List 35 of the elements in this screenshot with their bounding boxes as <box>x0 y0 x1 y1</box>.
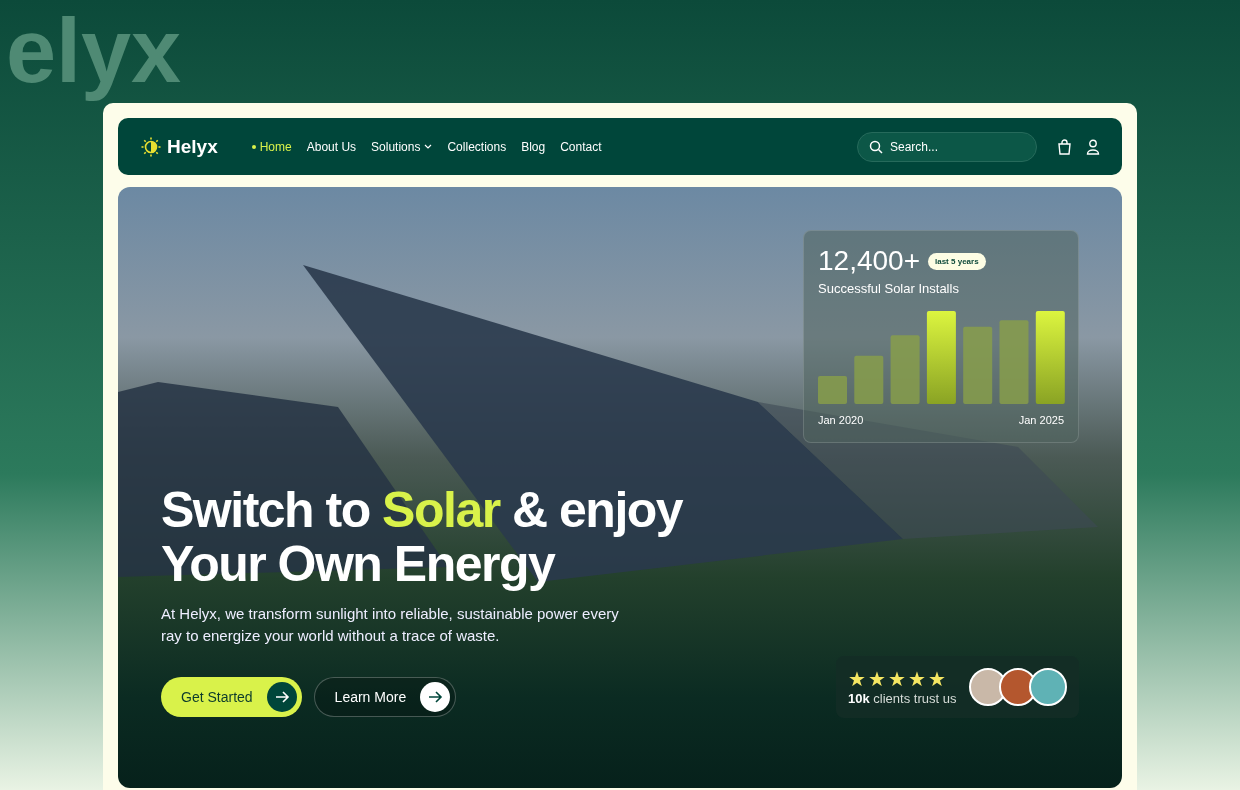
shopping-bag-icon[interactable] <box>1057 138 1072 155</box>
hero-headline: Switch to Solar & enjoy Your Own Energy <box>161 483 683 591</box>
chevron-down-icon <box>424 144 433 149</box>
get-started-button[interactable]: Get Started <box>161 677 302 717</box>
axis-label: Jan 2020 <box>818 414 864 426</box>
sun-icon <box>140 135 162 158</box>
backdrop-wordmark: elyx <box>5 0 183 103</box>
trust-text: 10k clients trust us <box>848 690 957 706</box>
arrow-right-icon <box>420 682 451 712</box>
chart-bar <box>818 376 847 404</box>
period-badge: last 5 years <box>928 252 986 270</box>
chart-bar <box>890 335 920 404</box>
star-icon: ★ <box>868 668 886 689</box>
nav-link[interactable]: Home <box>251 139 292 154</box>
nav-link[interactable]: About Us <box>306 139 357 154</box>
nav-link[interactable]: Collections <box>447 139 507 154</box>
avatar <box>1029 668 1067 706</box>
stat-value: 12,400+ <box>818 245 920 277</box>
search-icon <box>869 139 883 154</box>
chart-bar <box>854 355 884 404</box>
learn-more-button[interactable]: Learn More <box>313 677 457 717</box>
star-icon: ★ <box>888 668 906 689</box>
star-icon: ★ <box>848 668 866 689</box>
nav-link[interactable]: Contact <box>560 139 602 154</box>
arrow-right-icon <box>266 682 297 712</box>
stat-label: Successful Solar Installs <box>818 281 960 296</box>
hero-description: At Helyx, we transform sunlight into reliable, sustainable power every ray to energize your world without a trace of waste. <box>161 604 620 646</box>
nav-link[interactable]: Solutions <box>371 139 433 154</box>
logo-text[interactable]: Helyx <box>167 135 218 158</box>
user-icon[interactable] <box>1086 138 1100 155</box>
nav-link[interactable]: Blog <box>521 139 546 154</box>
star-icon: ★ <box>928 668 946 689</box>
search-field[interactable]: Search... <box>857 131 1037 162</box>
star-icon: ★ <box>908 668 926 689</box>
axis-label: Jan 2025 <box>1018 414 1064 426</box>
